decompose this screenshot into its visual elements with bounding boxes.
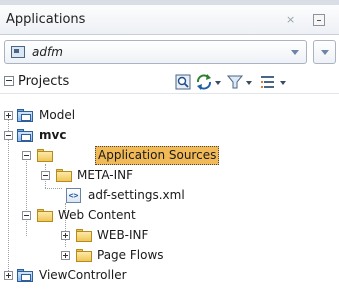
chevron-down-icon	[321, 50, 329, 55]
minimize-icon[interactable]	[313, 14, 325, 26]
folder-open-icon	[56, 169, 72, 182]
projects-header: Projects	[0, 70, 339, 94]
filter-icon[interactable]	[227, 73, 255, 91]
panel-title: Applications	[6, 12, 86, 27]
collapse-icon[interactable]	[41, 171, 50, 180]
tree-node-label: META-INF	[77, 168, 134, 182]
collapse-icon[interactable]	[4, 131, 13, 140]
expand-icon[interactable]	[4, 111, 13, 120]
folder-icon	[76, 249, 92, 262]
tree-node-mvc[interactable]: mvc	[0, 126, 339, 145]
tree-node-model[interactable]: Model	[0, 106, 339, 125]
tree-node-label: Web Content	[58, 208, 136, 222]
project-icon	[17, 269, 33, 282]
tree-node-web-content[interactable]: Web Content	[0, 206, 339, 225]
options-icon[interactable]	[260, 73, 290, 91]
tree-node-application-sources[interactable]: Application Sources	[0, 146, 339, 165]
tree-node-label: WEB-INF	[97, 228, 149, 242]
folder-open-icon	[37, 149, 53, 162]
project-tree: Model mvc Application Sources META-INF <…	[0, 96, 339, 305]
tree-node-meta-inf[interactable]: META-INF	[0, 166, 339, 185]
tree-node-label: adf-settings.xml	[88, 188, 185, 202]
collapse-section-icon[interactable]	[4, 76, 14, 86]
tree-node-label: Page Flows	[97, 248, 164, 262]
tree-node-page-flows[interactable]: Page Flows	[0, 246, 339, 265]
sync-icon[interactable]	[195, 73, 223, 91]
folder-icon	[76, 229, 92, 242]
application-selector[interactable]: adfm	[4, 40, 307, 64]
tree-node-label: Model	[39, 108, 76, 122]
expand-icon[interactable]	[4, 271, 13, 280]
application-name: adfm	[32, 45, 63, 59]
project-icon	[17, 109, 33, 122]
collapse-icon[interactable]	[22, 151, 31, 160]
application-icon	[11, 46, 25, 58]
folder-open-icon	[37, 209, 53, 222]
tree-node-web-inf[interactable]: WEB-INF	[0, 226, 339, 245]
close-icon[interactable]: ×	[286, 14, 295, 26]
tree-node-viewcontroller[interactable]: ViewController	[0, 266, 339, 285]
projects-label: Projects	[18, 74, 70, 89]
project-icon	[17, 129, 33, 142]
tree-node-label: mvc	[39, 128, 67, 142]
find-icon[interactable]	[175, 73, 191, 91]
collapse-icon[interactable]	[22, 211, 31, 220]
chevron-down-icon[interactable]	[291, 50, 299, 55]
tree-node-label: ViewController	[39, 268, 127, 282]
panel-header: Applications ×	[0, 5, 339, 35]
expand-icon[interactable]	[61, 251, 70, 260]
application-menu-button[interactable]	[313, 40, 336, 64]
tree-node-adf-settings[interactable]: <> adf-settings.xml	[0, 186, 339, 205]
expand-icon[interactable]	[61, 231, 70, 240]
xml-file-icon: <>	[66, 188, 81, 203]
tree-node-label-selected: Application Sources	[95, 146, 220, 165]
